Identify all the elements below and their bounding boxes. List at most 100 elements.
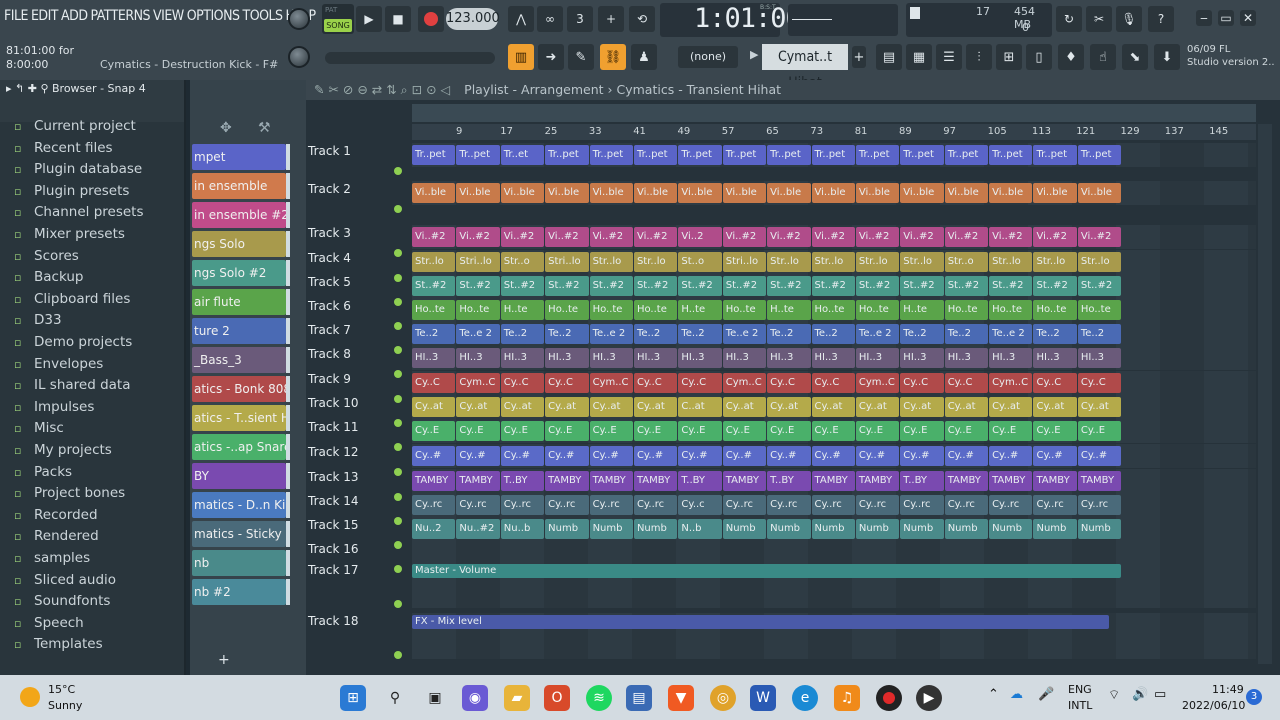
channel-select-bar[interactable]	[286, 550, 290, 576]
microphone-tray-icon[interactable]: 🎤	[1038, 687, 1054, 702]
pattern-clip[interactable]: Cym..C	[989, 373, 1033, 393]
pattern-clip[interactable]: Cy..C	[1077, 373, 1122, 393]
pattern-clip[interactable]: Vi..#2	[412, 227, 456, 247]
help-icon[interactable]: ?	[1148, 6, 1174, 32]
browser-item[interactable]: ▫ Soundfonts	[14, 593, 110, 609]
channel-select-bar[interactable]	[286, 289, 290, 315]
pattern-clip[interactable]: HI..3	[722, 348, 767, 368]
pattern-clip[interactable]: Cy..at	[545, 397, 589, 417]
step-edit-icon[interactable]: +	[598, 6, 624, 32]
pattern-clip[interactable]: Vi..#2	[1077, 227, 1122, 247]
refresh-icon[interactable]: ↻	[1056, 6, 1082, 32]
pattern-clip[interactable]: TAMBY	[545, 471, 589, 491]
channel-button[interactable]: in ensemble	[192, 173, 286, 199]
pattern-clip[interactable]: TAMBY	[589, 471, 633, 491]
track-name[interactable]: Track 17	[308, 563, 410, 577]
pattern-clip[interactable]: St..#2	[944, 276, 989, 296]
channel-button[interactable]: in ensemble #2	[192, 202, 286, 228]
pattern-clip[interactable]: HI..3	[412, 348, 456, 368]
channel-select-bar[interactable]	[286, 144, 290, 170]
battery-icon[interactable]: ▭	[1154, 687, 1166, 702]
pattern-clip[interactable]: Cy..rc	[855, 495, 900, 515]
channel-select-bar[interactable]	[286, 521, 290, 547]
browser-item[interactable]: ▫ Plugin presets	[14, 183, 129, 199]
piano-roll-icon[interactable]: ▦	[906, 44, 932, 70]
track-name[interactable]: Track 4	[308, 251, 410, 265]
pattern-clip[interactable]: Tr..pet	[900, 145, 944, 165]
mixer-icon[interactable]: ⫶	[966, 44, 992, 70]
track-name[interactable]: Track 15	[308, 518, 410, 532]
channel-button[interactable]: _Bass_3	[192, 347, 286, 373]
pattern-clip[interactable]: Tr..pet	[767, 145, 811, 165]
channel-button[interactable]: air flute	[192, 289, 286, 315]
channel-button[interactable]: BY	[192, 463, 286, 489]
track-name[interactable]: Track 3	[308, 226, 410, 240]
pattern-clip[interactable]: Ho..te	[811, 300, 855, 320]
track-name[interactable]: Track 6	[308, 299, 410, 313]
media-player-icon[interactable]: ▶	[916, 685, 942, 711]
pattern-clip[interactable]: Te..2	[944, 324, 989, 344]
channel-button[interactable]: atics - T..sient Hihat	[192, 405, 286, 431]
pattern-clip[interactable]: Cy..#	[811, 446, 855, 466]
pattern-clip[interactable]: Cy..E	[722, 421, 767, 441]
microphone-icon[interactable]: 🎙	[1116, 6, 1142, 32]
channel-button[interactable]: atics - Bonk 808 - C	[192, 376, 286, 402]
pattern-clip[interactable]: TAMBY	[456, 471, 500, 491]
pattern-clip[interactable]: Str..lo	[633, 252, 678, 272]
pattern-clip[interactable]: TAMBY	[633, 471, 678, 491]
pattern-clip[interactable]: Vi..#2	[944, 227, 989, 247]
channel-button[interactable]: ture 2	[192, 318, 286, 344]
pattern-clip[interactable]: Cy..E	[1033, 421, 1077, 441]
pattern-clip[interactable]: Vi..#2	[811, 227, 855, 247]
channel-select-bar[interactable]	[286, 173, 290, 199]
pattern-clip[interactable]: St..#2	[412, 276, 456, 296]
track-name[interactable]: Track 12	[308, 445, 410, 459]
channel-rack-icon[interactable]: ☰	[936, 44, 962, 70]
pattern-clip[interactable]: Numb	[1077, 519, 1122, 539]
pattern-clip[interactable]: St..#2	[722, 276, 767, 296]
pattern-clip[interactable]: Cy..E	[589, 421, 633, 441]
pattern-clip[interactable]: Nu..2	[412, 519, 456, 539]
timeline-ruler[interactable]: 9 17 25 33 41 49 57 65 73 81 89 97 105 113 121 129 137 14…	[412, 124, 1256, 140]
pattern-clip[interactable]: Te..2	[1077, 324, 1122, 344]
pattern-clip[interactable]: Te..2	[633, 324, 678, 344]
pattern-clip[interactable]: Cy..C	[633, 373, 678, 393]
volume-icon[interactable]: 🔊	[1132, 687, 1148, 702]
pattern-clip[interactable]: Cy..at	[1077, 397, 1122, 417]
pencil-icon[interactable]: ✎	[568, 44, 594, 70]
pattern-clip[interactable]: Vi..#2	[722, 227, 767, 247]
pattern-clip[interactable]: TAMBY	[811, 471, 855, 491]
obs-record-icon[interactable]	[876, 685, 902, 711]
date[interactable]: 2022/06/10	[1182, 699, 1245, 712]
temperature[interactable]: 15°C	[48, 683, 75, 696]
pattern-clip[interactable]: HI..3	[989, 348, 1033, 368]
pattern-clip[interactable]: C..at	[678, 397, 722, 417]
pattern-clip[interactable]: HI..3	[500, 348, 545, 368]
browser-item[interactable]: ▫ Scores	[14, 248, 79, 264]
pattern-clip[interactable]: Te..2	[500, 324, 545, 344]
main-slider[interactable]	[325, 52, 495, 64]
pattern-clip[interactable]: HI..3	[678, 348, 722, 368]
file-explorer-icon[interactable]: ▰	[504, 685, 530, 711]
start-icon[interactable]: ⊞	[340, 685, 366, 711]
track-name[interactable]: Track 11	[308, 420, 410, 434]
browser-item[interactable]: ▫ Templates	[14, 636, 103, 652]
pattern-clip[interactable]: Vi..ble	[589, 183, 633, 203]
channel-button[interactable]: ngs Solo	[192, 231, 286, 257]
play-button[interactable]: ▶	[356, 6, 382, 32]
pattern-clip[interactable]: Tr..pet	[412, 145, 456, 165]
chrome-icon[interactable]: ◎	[710, 685, 736, 711]
pattern-clip[interactable]: Vi..ble	[989, 183, 1033, 203]
pattern-clip[interactable]: Te..e 2	[989, 324, 1033, 344]
pattern-clip[interactable]: TAMBY	[989, 471, 1033, 491]
stamp-icon[interactable]: ♟	[631, 44, 657, 70]
word-icon[interactable]: W	[750, 685, 776, 711]
pattern-clip[interactable]: St..#2	[855, 276, 900, 296]
pattern-clip[interactable]: Te..e 2	[456, 324, 500, 344]
pattern-clip[interactable]: Vi..ble	[900, 183, 944, 203]
pattern-clip[interactable]: Ho..te	[855, 300, 900, 320]
pattern-clip[interactable]: Cy..#	[678, 446, 722, 466]
pattern-clip[interactable]: Cy..at	[900, 397, 944, 417]
pattern-clip[interactable]: Cy..rc	[589, 495, 633, 515]
pattern-clip[interactable]: Cy..rc	[456, 495, 500, 515]
